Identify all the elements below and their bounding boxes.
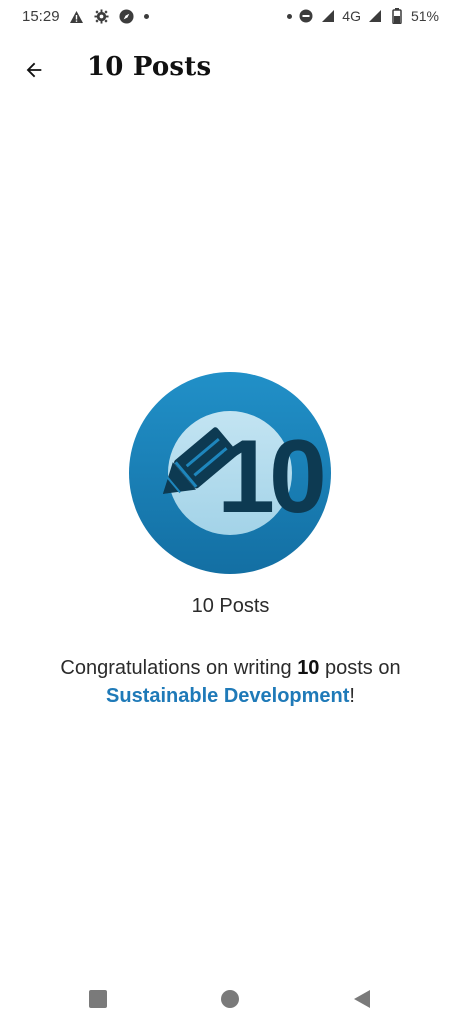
system-nav-bar	[0, 972, 461, 1024]
gear-icon	[94, 9, 110, 25]
recents-button[interactable]	[83, 984, 113, 1014]
home-circle-icon	[221, 990, 239, 1008]
message-prefix: Congratulations on writing	[60, 657, 298, 679]
site-link[interactable]: Sustainable Development	[106, 685, 349, 707]
warning-icon	[69, 9, 85, 25]
signal-icon	[367, 8, 383, 24]
app-bar: 10 Posts	[0, 40, 461, 98]
battery-level: 51%	[410, 8, 439, 24]
congratulations-message: Congratulations on writing 10 posts on S…	[20, 654, 441, 710]
badge-number: 10	[217, 419, 323, 535]
arrow-left-icon	[26, 62, 42, 78]
back-triangle-icon	[354, 990, 370, 1008]
status-left: 15:29	[22, 8, 149, 25]
message-suffix: !	[349, 685, 355, 707]
home-button[interactable]	[215, 984, 245, 1014]
status-right: 4G 51%	[287, 8, 439, 24]
message-middle: posts on	[319, 657, 401, 679]
nav-back-button[interactable]	[347, 984, 377, 1014]
page-title: 10 Posts	[87, 52, 212, 82]
badge-image: 10	[129, 372, 331, 574]
battery-icon	[389, 8, 405, 24]
status-bar: 15:29 4G 51%	[0, 0, 461, 34]
do-not-disturb-icon	[298, 8, 314, 24]
dot-icon	[287, 13, 293, 19]
signal-icon	[320, 8, 336, 24]
recents-square-icon	[89, 990, 107, 1008]
badge-caption: 10 Posts	[191, 595, 270, 617]
screen: 15:29 4G 51% 10 Posts 10 10 Posts Congra…	[0, 0, 461, 1024]
back-button[interactable]	[14, 50, 54, 90]
post-count: 10	[297, 657, 320, 679]
dot-icon	[143, 14, 149, 19]
network-type: 4G	[342, 8, 361, 24]
compass-icon	[119, 9, 135, 25]
status-time: 15:29	[22, 8, 60, 25]
